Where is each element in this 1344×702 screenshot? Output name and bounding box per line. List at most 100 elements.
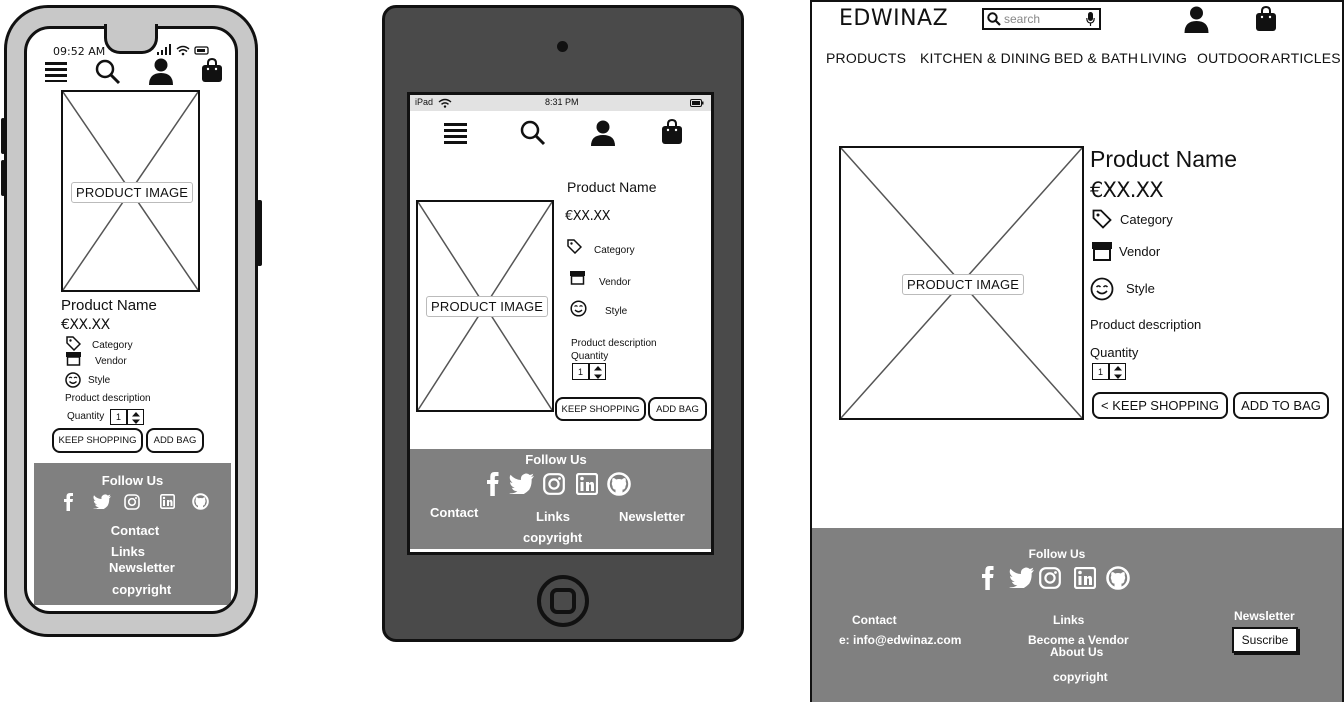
product-description: Product description [1090,317,1202,332]
footer-newsletter[interactable]: Newsletter [109,560,175,575]
keep-shopping-button[interactable]: < KEEP SHOPPING [1092,392,1228,419]
tablet-camera [557,41,568,52]
product-price: €XX.XX [61,317,110,333]
nav-kitchen-dining[interactable]: KITCHEN & DINING [920,50,1051,66]
keep-shopping-button[interactable]: KEEP SHOPPING [555,397,646,421]
footer-links[interactable]: Links [111,544,145,559]
phone-volume-down-button [1,160,5,196]
keep-shopping-button[interactable]: KEEP SHOPPING [52,428,143,453]
product-category: Category [92,340,133,351]
search-icon [987,12,1001,26]
user-icon[interactable] [590,120,616,146]
product-category: Category [594,245,635,256]
phone-footer: Follow Us Contact Links Newsletter copyr… [34,463,231,605]
product-price: €XX.XX [1090,178,1164,202]
twitter-icon[interactable] [509,473,534,494]
product-name: Product Name [61,297,157,314]
smiley-icon [1090,277,1114,301]
nav-living[interactable]: LIVING [1140,50,1187,66]
product-image-label: PRODUCT IMAGE [71,182,194,203]
quantity-stepper[interactable] [127,409,144,425]
linkedin-icon[interactable] [160,494,175,509]
quantity-label: Quantity [1090,345,1139,360]
facebook-icon[interactable] [62,493,74,511]
tag-icon [66,336,81,351]
wifi-icon [438,98,452,108]
tablet-status-time: 8:31 PM [545,97,579,107]
phone-power-button [257,200,262,266]
nav-products[interactable]: PRODUCTS [826,50,906,66]
footer-copyright: copyright [523,530,583,545]
tablet-home-button[interactable] [536,574,590,628]
follow-us-heading: Follow Us [1028,547,1086,561]
footer-contact-heading: Contact [852,613,897,627]
bag-icon[interactable] [661,119,683,145]
footer-links-heading: Links [1053,613,1085,627]
nav-articles[interactable]: ARTICLES [1271,50,1341,66]
product-image-placeholder: PRODUCT IMAGE [61,90,200,292]
product-vendor: Vendor [599,277,631,288]
phone-screen: 09:52 AM PRODUCT IMAGE Product Name €XX.… [24,26,238,614]
desktop-footer: Follow Us Contact e: info@edwinaz.com Li… [812,528,1342,702]
desktop-frame: EDWINAZ search PRODUCTS KITCHEN & DINING… [810,0,1344,702]
menu-icon[interactable] [45,60,67,82]
bag-icon[interactable] [1255,6,1277,32]
instagram-icon[interactable] [543,473,565,495]
add-bag-button[interactable]: ADD BAG [146,428,204,453]
search-icon[interactable] [520,120,546,146]
user-icon[interactable] [1184,6,1209,33]
product-name: Product Name [567,179,657,195]
twitter-icon[interactable] [1009,567,1034,588]
product-description: Product description [571,338,657,349]
facebook-icon[interactable] [485,472,499,496]
search-input[interactable]: search [1004,12,1040,26]
tablet-footer: Follow Us Contact Links Newsletter copyr… [410,449,711,549]
product-vendor: Vendor [95,356,127,367]
instagram-icon[interactable] [1039,567,1061,589]
tablet-screen: iPad 8:31 PM PRODUCT IMAGE Product Name … [407,92,714,555]
facebook-icon[interactable] [980,566,994,590]
quantity-input[interactable]: 1 [110,409,127,425]
quantity-input[interactable]: 1 [1092,363,1109,380]
search-bar[interactable]: search [982,8,1101,30]
store-icon [1092,242,1112,261]
add-bag-button[interactable]: ADD BAG [648,397,707,421]
bag-icon[interactable] [201,58,223,83]
github-icon[interactable] [1106,566,1130,590]
quantity-input[interactable]: 1 [572,363,589,380]
nav-bed-bath[interactable]: BED & BATH [1054,50,1138,66]
subscribe-button[interactable]: Suscribe [1232,627,1298,653]
github-icon[interactable] [607,472,631,496]
site-logo[interactable]: EDWINAZ [839,6,948,31]
search-icon[interactable] [95,59,121,85]
product-category: Category [1120,212,1173,227]
quantity-stepper[interactable] [589,363,606,380]
footer-contact[interactable]: Contact [34,523,235,538]
product-image-label: PRODUCT IMAGE [902,274,1025,295]
product-style: Style [88,375,111,386]
instagram-icon[interactable] [124,494,140,510]
footer-links[interactable]: Links [536,509,570,524]
product-image-placeholder: PRODUCT IMAGE [839,146,1084,420]
product-style: Style [605,306,628,317]
footer-contact[interactable]: Contact [430,505,478,520]
add-to-bag-button[interactable]: ADD TO BAG [1233,392,1329,419]
footer-email[interactable]: e: info@edwinaz.com [839,633,961,647]
nav-outdoor[interactable]: OUTDOOR [1197,50,1270,66]
microphone-icon[interactable] [1086,12,1095,27]
footer-copyright: copyright [1053,670,1108,684]
quantity-stepper[interactable] [1109,363,1126,380]
tag-icon [1092,209,1112,229]
github-icon[interactable] [192,493,209,510]
twitter-icon[interactable] [93,494,111,509]
menu-icon[interactable] [444,122,467,145]
phone-notch [104,24,158,54]
footer-newsletter[interactable]: Newsletter [619,509,685,524]
linkedin-icon[interactable] [576,473,598,495]
product-style: Style [1126,281,1155,296]
follow-us-heading: Follow Us [101,473,164,488]
product-image-label: PRODUCT IMAGE [426,296,549,317]
footer-about-us-link[interactable]: About Us [1050,645,1103,659]
linkedin-icon[interactable] [1074,567,1096,589]
user-icon[interactable] [148,58,174,85]
